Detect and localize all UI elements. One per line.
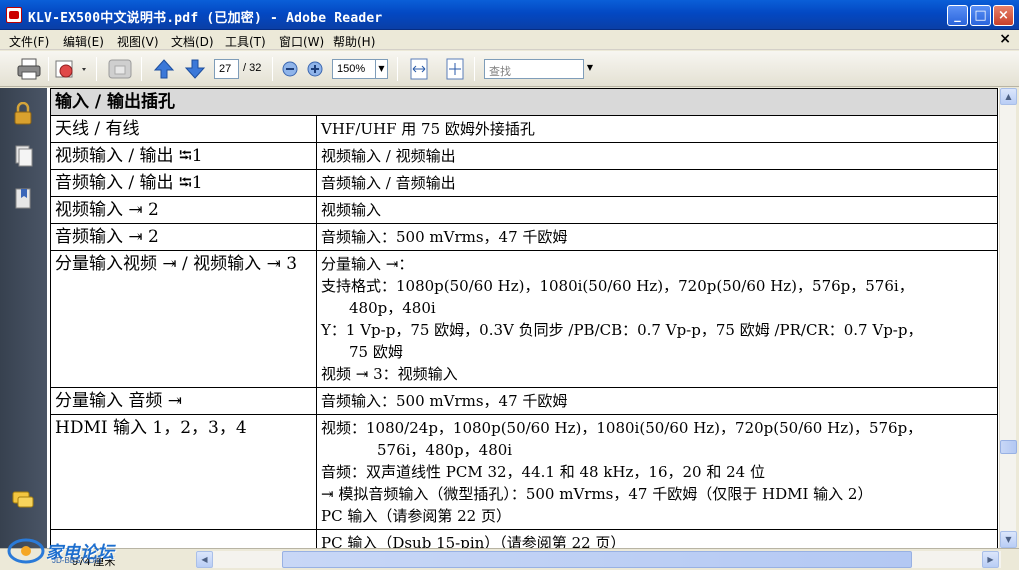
close-document-icon[interactable]: × — [999, 31, 1011, 47]
pages-icon[interactable] — [12, 144, 34, 168]
value-line: PC 输入（请参阅第 22 页） — [321, 507, 511, 525]
menu-tools[interactable]: 工具(T) — [225, 33, 266, 50]
row-label: 音频输入 / 输出 ⭾1 — [50, 169, 317, 197]
search-input[interactable]: 查找 — [484, 59, 584, 79]
row-value: 视频输入 / 视频输出 — [316, 142, 998, 170]
specification-table: 输入 / 输出插孔 天线 / 有线 VHF/UHF 用 75 欧姆外接插孔 视频… — [50, 88, 998, 548]
toolbar-separator — [141, 57, 142, 81]
scroll-left-icon[interactable]: ◀ — [196, 551, 213, 568]
navigation-pane — [0, 88, 47, 548]
title-bar: KLV-EX500中文说明书.pdf (已加密) - Adobe Reader … — [0, 0, 1019, 30]
toolbar-separator — [96, 57, 97, 81]
table-row: 视频输入 ⇥ 2 视频输入 — [50, 196, 998, 224]
row-label: 分量输入 音频 ⇥ — [50, 387, 317, 415]
row-value: 分量输入 ⇥： 支持格式：1080p(50/60 Hz)，1080i(50/60… — [316, 250, 998, 388]
menu-document[interactable]: 文档(D) — [171, 33, 214, 50]
value-line: 视频 ⇥ 3：视频输入 — [321, 365, 458, 383]
table-row: 分量输入视频 ⇥ / 视频输入 ⇥ 3 分量输入 ⇥： 支持格式：1080p(5… — [50, 250, 998, 388]
row-label: 分量输入视频 ⇥ / 视频输入 ⇥ 3 — [50, 250, 317, 388]
row-value: PC 输入（Dsub 15-pin）（请参阅第 22 页） — [316, 529, 998, 548]
row-value: 视频输入 — [316, 196, 998, 224]
hand-tool-icon[interactable] — [106, 57, 134, 81]
menu-file[interactable]: 文件(F) — [9, 33, 49, 50]
fit-width-icon[interactable] — [408, 57, 430, 81]
watermark-subtext: JD-BBS.COM — [52, 556, 102, 565]
page-number-input[interactable]: 27 — [214, 59, 239, 79]
horizontal-scrollbar[interactable]: ◀ ▶ — [196, 551, 1001, 568]
adobe-reader-window: KLV-EX500中文说明书.pdf (已加密) - Adobe Reader … — [0, 0, 1019, 570]
fit-page-icon[interactable] — [444, 57, 466, 81]
value-line: 音频：双声道线性 PCM 32，44.1 和 48 kHz，16，20 和 24… — [321, 463, 765, 481]
toolbar-separator — [48, 57, 49, 81]
next-page-icon[interactable] — [183, 57, 207, 81]
toolbar: 27 / 32 150% ▼ 查找 ▼ — [0, 51, 1019, 87]
table-row: 天线 / 有线 VHF/UHF 用 75 欧姆外接插孔 — [50, 115, 998, 143]
row-label: 天线 / 有线 — [50, 115, 317, 143]
scroll-right-icon[interactable]: ▶ — [982, 551, 999, 568]
window-title: KLV-EX500中文说明书.pdf (已加密) - Adobe Reader — [28, 11, 383, 26]
status-bar: 974 厘米 ◀ ▶ — [0, 548, 1019, 570]
comments-icon[interactable] — [12, 488, 34, 512]
zoom-dropdown-arrow-icon[interactable]: ▼ — [376, 59, 388, 79]
row-value: 音频输入：500 mVrms，47 千欧姆 — [316, 223, 998, 251]
value-line: 分量输入 ⇥： — [321, 255, 414, 273]
table-row: 音频输入 / 输出 ⭾1 音频输入 / 音频输出 — [50, 169, 998, 197]
value-line: 支持格式：1080p(50/60 Hz)，1080i(50/60 Hz)，720… — [321, 277, 914, 295]
row-label: HDMI 输入 1，2，3，4 — [50, 414, 317, 530]
section-title: 输入 / 输出插孔 — [50, 88, 998, 116]
maximize-button[interactable]: □ — [970, 5, 991, 26]
minimize-button[interactable]: _ — [947, 5, 968, 26]
vertical-scrollbar[interactable]: ▲ ▼ — [999, 88, 1017, 548]
menu-view[interactable]: 视图(V) — [117, 33, 159, 50]
row-value: 视频：1080/24p，1080p(50/60 Hz)，1080i(50/60 … — [316, 414, 998, 530]
scroll-up-icon[interactable]: ▲ — [1000, 88, 1017, 105]
prev-page-icon[interactable] — [152, 57, 176, 81]
row-label: 视频输入 ⇥ 2 — [50, 196, 317, 224]
value-line: 75 欧姆 — [349, 343, 403, 361]
email-icon[interactable] — [54, 57, 90, 81]
value-line: 480p，480i — [349, 299, 436, 317]
toolbar-separator — [272, 57, 273, 81]
row-value: 音频输入：500 mVrms，47 千欧姆 — [316, 387, 998, 415]
value-line: 576i，480p，480i — [377, 441, 513, 459]
search-dropdown-arrow-icon[interactable]: ▼ — [584, 59, 596, 79]
print-icon[interactable] — [16, 57, 42, 81]
menu-edit[interactable]: 编辑(E) — [63, 33, 104, 50]
row-value: VHF/UHF 用 75 欧姆外接插孔 — [316, 115, 998, 143]
table-header-row: 输入 / 输出插孔 — [50, 88, 998, 116]
table-row: 分量输入 音频 ⇥ 音频输入：500 mVrms，47 千欧姆 — [50, 387, 998, 415]
row-label: 视频输入 / 输出 ⭾1 — [50, 142, 317, 170]
value-line: 视频：1080/24p，1080p(50/60 Hz)，1080i(50/60 … — [321, 419, 923, 437]
forum-watermark: 家电论坛 JD-BBS.COM — [6, 536, 136, 566]
horizontal-scroll-thumb[interactable] — [282, 551, 912, 568]
vertical-scroll-thumb[interactable] — [1000, 440, 1017, 454]
zoom-level-input[interactable]: 150% — [332, 59, 376, 79]
scroll-down-icon[interactable]: ▼ — [1000, 531, 1017, 548]
row-value: 音频输入 / 音频输出 — [316, 169, 998, 197]
page-total: / 32 — [243, 62, 262, 74]
table-row: 视频输入 / 输出 ⭾1 视频输入 / 视频输出 — [50, 142, 998, 170]
close-button[interactable]: × — [993, 5, 1014, 26]
table-row: 音频输入 ⇥ 2 音频输入：500 mVrms，47 千欧姆 — [50, 223, 998, 251]
menu-bar: 文件(F) 编辑(E) 视图(V) 文档(D) 工具(T) 窗口(W) 帮助(H… — [0, 30, 1019, 50]
lock-icon[interactable] — [12, 102, 34, 126]
table-row: HDMI 输入 1，2，3，4 视频：1080/24p，1080p(50/60 … — [50, 414, 998, 530]
menu-window[interactable]: 窗口(W) — [279, 33, 324, 50]
value-line: ⇥ 模拟音频输入（微型插孔）：500 mVrms，47 千欧姆（仅限于 HDMI… — [321, 485, 873, 503]
pdf-app-icon — [6, 7, 22, 23]
toolbar-separator — [474, 57, 475, 81]
toolbar-separator — [397, 57, 398, 81]
row-label: 音频输入 ⇥ 2 — [50, 223, 317, 251]
document-view[interactable]: 输入 / 输出插孔 天线 / 有线 VHF/UHF 用 75 欧姆外接插孔 视频… — [47, 88, 999, 548]
watermark-logo-icon — [7, 538, 45, 564]
value-line: Y：1 Vp-p，75 欧姆，0.3V 负同步 /PB/CB：0.7 Vp-p，… — [321, 321, 923, 339]
bookmarks-icon[interactable] — [12, 187, 34, 211]
table-row: PC 输入（Dsub 15-pin）（请参阅第 22 页） — [50, 529, 998, 548]
zoom-out-icon[interactable] — [281, 60, 299, 78]
menu-help[interactable]: 帮助(H) — [333, 33, 375, 50]
zoom-in-icon[interactable] — [306, 60, 324, 78]
